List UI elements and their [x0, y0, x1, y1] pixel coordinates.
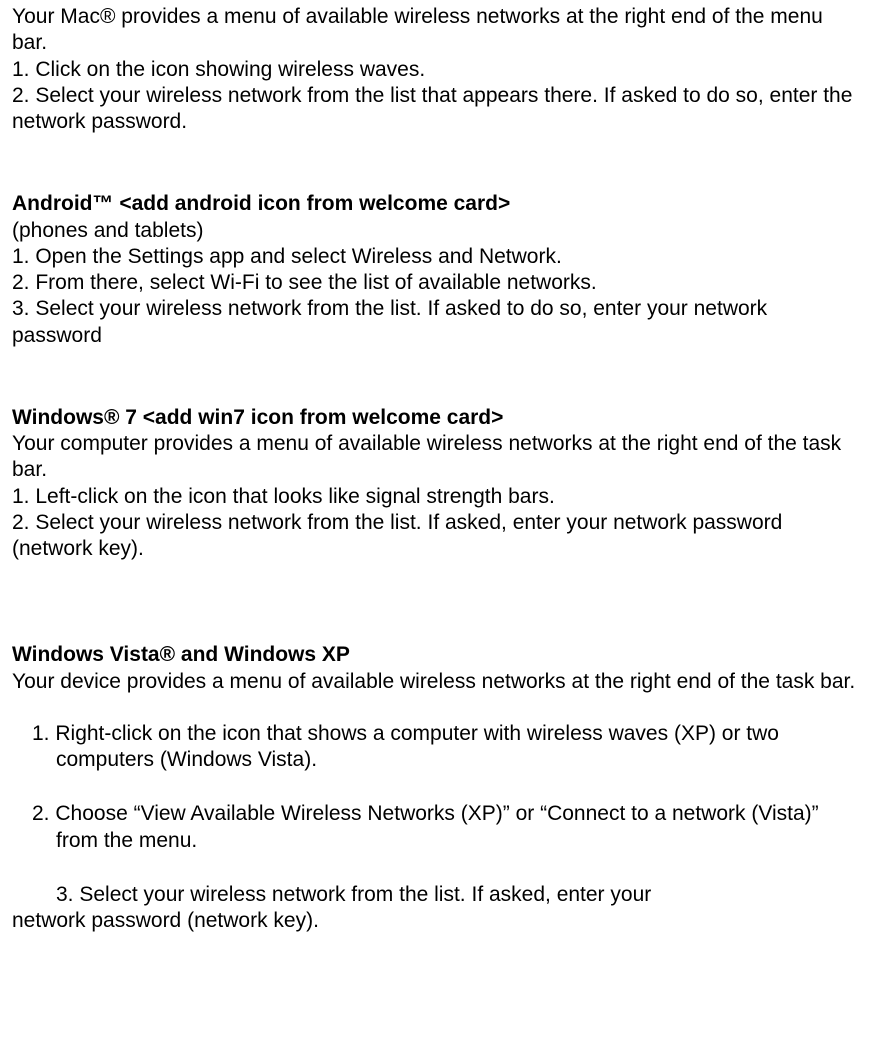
android-section: Android™ <add android icon from welcome …: [12, 191, 859, 349]
android-step-1: 1. Open the Settings app and select Wire…: [12, 244, 859, 270]
vista-step-3: 3. Select your wireless network from the…: [12, 882, 859, 935]
mac-step-1: 1. Click on the icon showing wireless wa…: [12, 57, 859, 83]
step-number: 2.: [32, 802, 50, 825]
step-text: Right-click on the icon that shows a com…: [55, 722, 779, 771]
win7-step-2: 2. Select your wireless network from the…: [12, 510, 859, 563]
android-heading: Android™ <add android icon from welcome …: [12, 191, 859, 217]
win7-step-1: 1. Left-click on the icon that looks lik…: [12, 484, 859, 510]
step-text: Choose “View Available Wireless Networks…: [55, 802, 818, 851]
step-line-1: 3. Select your wireless network from the…: [12, 883, 651, 906]
vista-steps: 1. Right-click on the icon that shows a …: [12, 721, 859, 935]
mac-section: Your Mac® provides a menu of available w…: [12, 4, 859, 135]
vista-step-2: 2. Choose “View Available Wireless Netwo…: [12, 801, 859, 854]
vista-section: Windows Vista® and Windows XP Your devic…: [12, 642, 859, 934]
android-step-3: 3. Select your wireless network from the…: [12, 296, 859, 349]
win7-intro: Your computer provides a menu of availab…: [12, 431, 859, 484]
step-number: 1.: [32, 722, 50, 745]
win7-heading: Windows® 7 <add win7 icon from welcome c…: [12, 405, 859, 431]
vista-intro: Your device provides a menu of available…: [12, 669, 859, 695]
step-line-2: network password (network key).: [12, 908, 859, 934]
mac-intro: Your Mac® provides a menu of available w…: [12, 4, 859, 57]
win7-section: Windows® 7 <add win7 icon from welcome c…: [12, 405, 859, 563]
vista-heading: Windows Vista® and Windows XP: [12, 642, 859, 668]
mac-step-2: 2. Select your wireless network from the…: [12, 83, 859, 136]
android-step-2: 2. From there, select Wi-Fi to see the l…: [12, 270, 859, 296]
vista-step-1: 1. Right-click on the icon that shows a …: [12, 721, 859, 774]
android-subtitle: (phones and tablets): [12, 218, 859, 244]
